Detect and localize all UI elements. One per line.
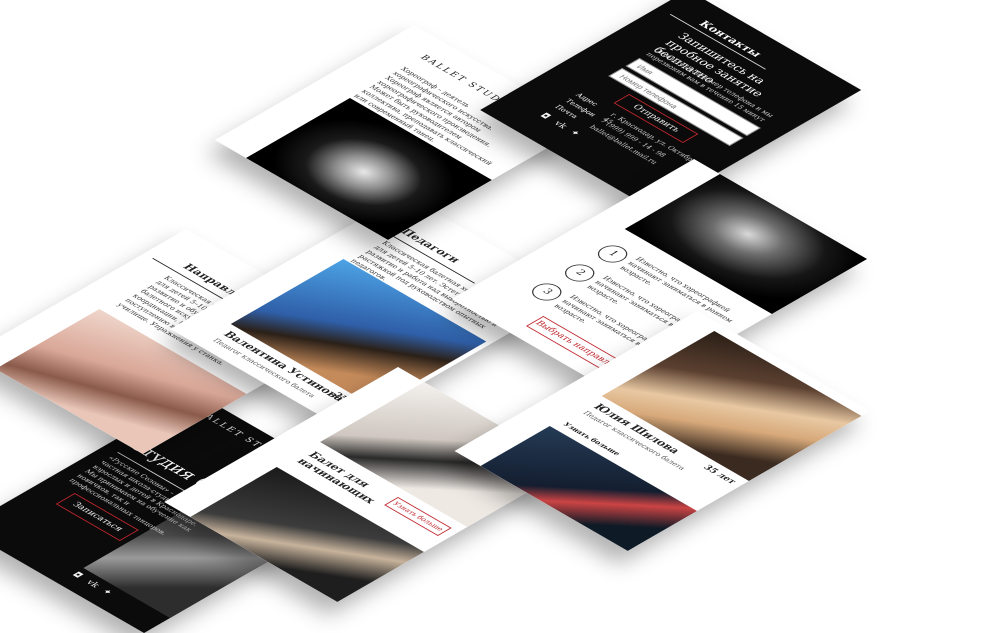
instagram-icon-2[interactable]: ◘ [537, 112, 552, 121]
card-teacher2: 35 лет Юлия Шилова Педагог классического… [454, 311, 871, 551]
teacher2-photo [601, 331, 862, 481]
twitter-icon-2[interactable]: ✦ [567, 129, 582, 138]
twitter-icon[interactable]: ✦ [99, 588, 114, 597]
vk-icon[interactable]: vk [83, 579, 101, 589]
instagram-icon[interactable]: ◘ [70, 571, 85, 580]
vk-icon-2[interactable]: vk [551, 120, 569, 130]
mockup-stage: BALLET STUDIO Студия балета «Русские Сез… [0, 0, 1001, 633]
